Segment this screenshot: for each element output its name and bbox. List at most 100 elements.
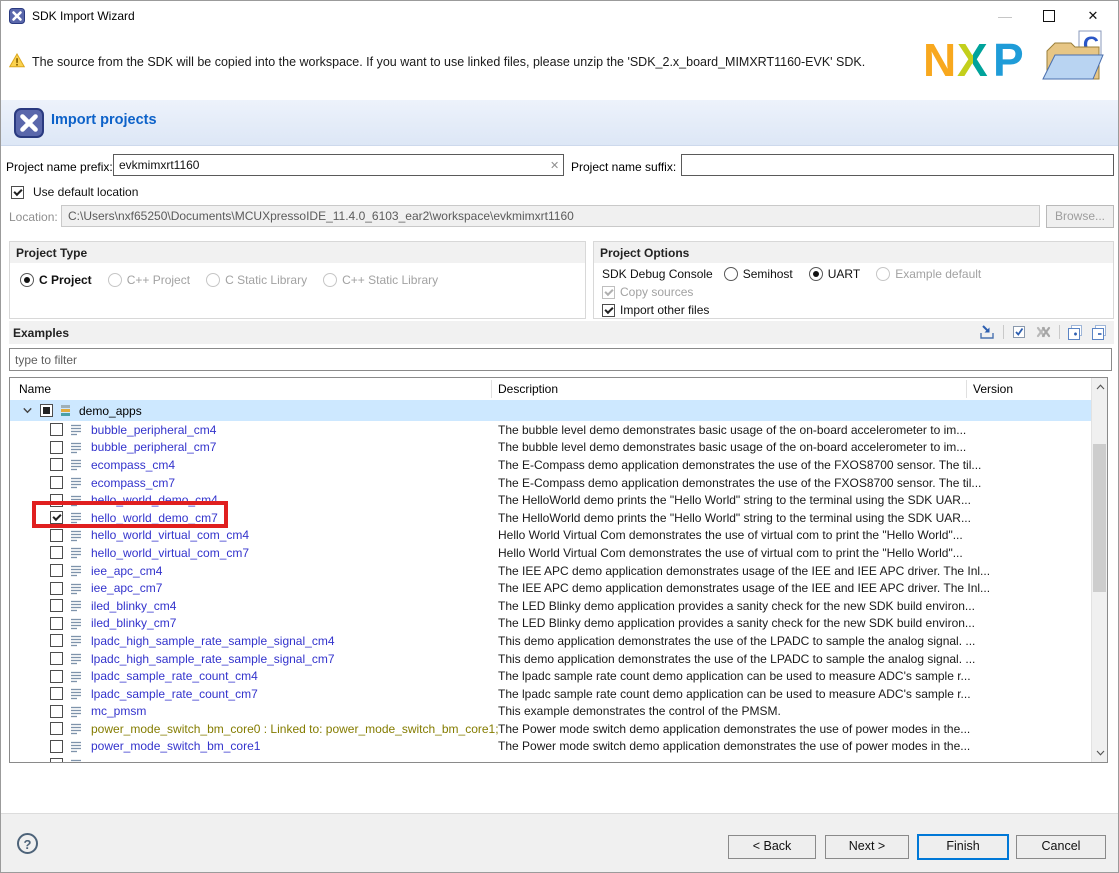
table-row-power_mode_switch_bm_core1[interactable]: power_mode_switch_bm_core1The Power mode…	[10, 738, 1091, 756]
example-name[interactable]: iled_blinky_cm7	[91, 616, 176, 630]
vertical-scrollbar[interactable]	[1091, 378, 1107, 762]
example-name[interactable]: iee_apc_cm7	[91, 581, 162, 595]
deselect-all-icon[interactable]	[1035, 324, 1052, 340]
table-row-ecompass_cm4[interactable]: ecompass_cm4The E-Compass demo applicati…	[10, 456, 1091, 474]
example-name[interactable]: mc_pmsm	[91, 704, 146, 718]
use-default-location-checkbox[interactable]	[11, 186, 24, 199]
row-checkbox[interactable]	[50, 582, 63, 595]
table-row-lpadc_sample_rate_count_cm4[interactable]: lpadc_sample_rate_count_cm4The lpadc sam…	[10, 667, 1091, 685]
select-all-icon[interactable]	[1011, 324, 1028, 340]
prefix-input[interactable]	[113, 154, 564, 176]
table-row-iled_blinky_cm7[interactable]: iled_blinky_cm7The LED Blinky demo appli…	[10, 615, 1091, 633]
row-checkbox[interactable]	[50, 722, 63, 735]
cancel-button[interactable]: Cancel	[1016, 835, 1106, 859]
suffix-input[interactable]	[681, 154, 1114, 176]
row-checkbox[interactable]	[50, 705, 63, 718]
row-checkbox[interactable]	[50, 458, 63, 471]
minimize-button[interactable]: —	[983, 1, 1027, 31]
row-checkbox[interactable]	[50, 670, 63, 683]
example-name[interactable]: hello_world_demo_cm4	[91, 493, 218, 507]
table-row-hello_world_virtual_com_cm7[interactable]: hello_world_virtual_com_cm7Hello World V…	[10, 544, 1091, 562]
table-row-mc_pmsm[interactable]: mc_pmsmThis example demonstrates the con…	[10, 703, 1091, 721]
example-name[interactable]: iled_blinky_cm4	[91, 599, 176, 613]
row-checkbox[interactable]	[50, 687, 63, 700]
radio-uart[interactable]: UART	[809, 267, 860, 281]
example-file-icon	[70, 670, 82, 683]
example-name[interactable]: power_mode_switch_bm_core1	[91, 739, 260, 753]
radio-semihost[interactable]: Semihost	[724, 267, 793, 281]
example-name[interactable]: hello_world_virtual_com_cm7	[91, 546, 249, 560]
row-checkbox[interactable]	[50, 494, 63, 507]
row-checkbox[interactable]	[50, 564, 63, 577]
table-row-iee_apc_cm4[interactable]: iee_apc_cm4 The IEE APC demo application …	[10, 562, 1091, 580]
table-row-bubble_peripheral_cm7[interactable]: bubble_peripheral_cm7The bubble level de…	[10, 439, 1091, 457]
maximize-button[interactable]	[1027, 1, 1071, 31]
table-row-group-demo-apps[interactable]: demo_apps	[10, 400, 1091, 421]
table-row-hello_world_demo_cm7[interactable]: hello_world_demo_cm7The HelloWorld demo …	[10, 509, 1091, 527]
example-name[interactable]: hello_world_demo_cm7	[91, 511, 218, 525]
next-button[interactable]: Next >	[825, 835, 909, 859]
finish-button[interactable]: Finish	[917, 834, 1009, 860]
collapse-all-icon[interactable]	[1091, 324, 1108, 340]
table-row-lpadc_high_sample_rate_sample_signal_cm4[interactable]: lpadc_high_sample_rate_sample_signal_cm4…	[10, 632, 1091, 650]
checkbox-icon[interactable]	[602, 304, 615, 317]
help-button[interactable]: ?	[17, 833, 38, 854]
table-row-lpadc_high_sample_rate_sample_signal_cm7[interactable]: lpadc_high_sample_rate_sample_signal_cm7…	[10, 650, 1091, 668]
examples-filter-input[interactable]	[9, 348, 1112, 371]
row-checkbox[interactable]	[50, 634, 63, 647]
example-file-icon	[70, 599, 82, 612]
row-checkbox[interactable]	[50, 546, 63, 559]
scroll-up-arrow[interactable]	[1092, 379, 1108, 395]
import-projects-icon	[14, 108, 44, 141]
example-name[interactable]: ecompass_cm7	[91, 476, 175, 490]
example-name[interactable]: bubble_peripheral_cm7	[91, 440, 216, 454]
scrollbar-thumb[interactable]	[1093, 444, 1106, 592]
example-name[interactable]: lpadc_sample_rate_count_cm7	[91, 687, 258, 701]
table-row-bubble_peripheral_cm4[interactable]: bubble_peripheral_cm4The bubble level de…	[10, 421, 1091, 439]
example-name[interactable]: iee_apc_cm4	[91, 564, 162, 578]
row-checkbox[interactable]	[50, 740, 63, 753]
column-header-version[interactable]: Version	[973, 382, 1013, 396]
radio-icon[interactable]	[809, 267, 823, 281]
table-row-hello_world_demo_cm4[interactable]: hello_world_demo_cm4The HelloWorld demo …	[10, 491, 1091, 509]
example-name[interactable]: bubble_peripheral_cm4	[91, 423, 216, 437]
radio-c-project[interactable]: C Project	[20, 273, 92, 287]
row-checkbox[interactable]	[50, 529, 63, 542]
table-row-power_mode_switch_bm_core0[interactable]: power_mode_switch_bm_core0 : Linked to: …	[10, 720, 1091, 738]
row-checkbox[interactable]	[50, 423, 63, 436]
chevron-down-icon[interactable]	[22, 405, 33, 416]
example-description: The IEE APC demo application demonstrate…	[498, 564, 990, 578]
scroll-down-arrow[interactable]	[1092, 745, 1108, 761]
import-example-icon[interactable]	[979, 324, 996, 340]
row-checkbox[interactable]	[50, 441, 63, 454]
table-row-iee_apc_cm7[interactable]: iee_apc_cm7The IEE APC demo application …	[10, 579, 1091, 597]
table-row-lpadc_sample_rate_count_cm7[interactable]: lpadc_sample_rate_count_cm7The lpadc sam…	[10, 685, 1091, 703]
table-row-ecompass_cm7[interactable]: ecompass_cm7The E-Compass demo applicati…	[10, 474, 1091, 492]
example-name[interactable]: lpadc_sample_rate_count_cm4	[91, 669, 258, 683]
example-name[interactable]: ecompass_cm4	[91, 458, 175, 472]
row-checkbox[interactable]	[50, 758, 63, 762]
checkbox-import-other-files[interactable]: Import other files	[594, 303, 1113, 317]
row-checkbox[interactable]	[50, 652, 63, 665]
radio-icon	[206, 273, 220, 287]
row-checkbox[interactable]	[50, 511, 63, 524]
column-header-description[interactable]: Description	[498, 382, 558, 396]
radio-icon[interactable]	[20, 273, 34, 287]
clear-prefix-icon[interactable]: ✕	[550, 159, 559, 172]
table-row-iled_blinky_cm4[interactable]: iled_blinky_cm4The LED Blinky demo appli…	[10, 597, 1091, 615]
expand-all-icon[interactable]	[1067, 324, 1084, 340]
example-name[interactable]: power_mode_switch_bm_core0 : Linked to: …	[91, 722, 499, 736]
radio-icon[interactable]	[724, 267, 738, 281]
use-default-location[interactable]: Use default location	[11, 185, 138, 199]
close-button[interactable]: ✕	[1071, 1, 1115, 31]
group-checkbox-partial[interactable]	[40, 404, 53, 417]
example-name[interactable]: hello_world_virtual_com_cm4	[91, 528, 249, 542]
row-checkbox[interactable]	[50, 599, 63, 612]
example-name[interactable]: lpadc_high_sample_rate_sample_signal_cm4	[91, 634, 335, 648]
example-name[interactable]: lpadc_high_sample_rate_sample_signal_cm7	[91, 652, 335, 666]
row-checkbox[interactable]	[50, 476, 63, 489]
back-button[interactable]: < Back	[728, 835, 816, 859]
table-row-hello_world_virtual_com_cm4[interactable]: hello_world_virtual_com_cm4Hello World V…	[10, 527, 1091, 545]
row-checkbox[interactable]	[50, 617, 63, 630]
column-header-name[interactable]: Name	[19, 382, 51, 396]
